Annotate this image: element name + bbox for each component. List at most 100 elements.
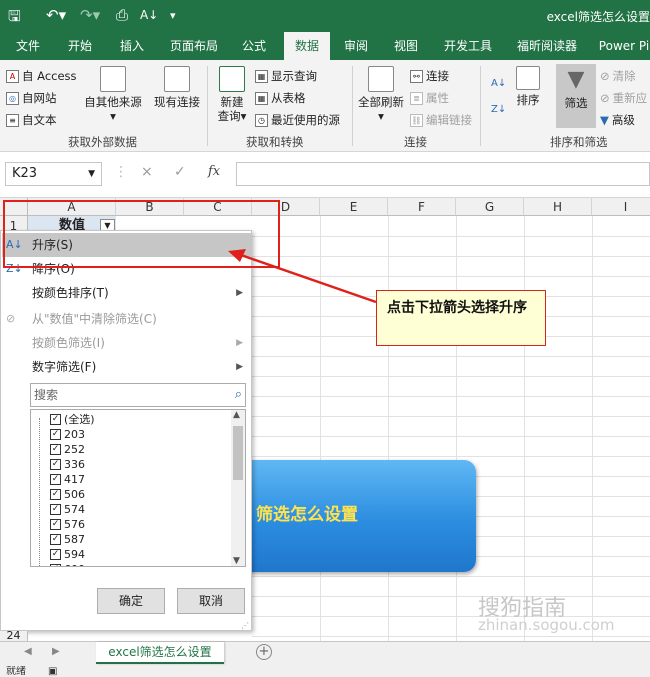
filter-button[interactable]: ▼ 筛选 — [556, 64, 596, 128]
recent-sources-button[interactable]: ◷ 最近使用的源 — [255, 112, 340, 128]
show-queries-button[interactable]: ▦ 显示查询 — [255, 68, 317, 84]
confirm-entry-icon[interactable]: ✓ — [174, 164, 186, 180]
save-icon[interactable]: 🖫 — [8, 6, 21, 31]
properties-button[interactable]: ≣ 属性 — [410, 90, 449, 106]
scroll-up-icon[interactable]: ▲ — [233, 410, 240, 420]
connections-button[interactable]: ⚯ 连接 — [410, 68, 449, 84]
sort-az-button[interactable]: A↓ — [491, 78, 506, 89]
advanced-filter-button[interactable]: ▼ 高级 — [600, 112, 635, 128]
from-other-sources-button[interactable]: 自其他来源 ▾ — [82, 66, 144, 123]
checkbox-checked[interactable]: ✓ — [50, 429, 61, 440]
list-item[interactable]: ✓ 506 — [50, 487, 85, 502]
tab-view[interactable]: 视图 — [386, 32, 426, 60]
list-item[interactable]: ✓ 252 — [50, 442, 85, 457]
show-queries-icon: ▦ — [255, 69, 268, 83]
sort-za-button[interactable]: Z↓ — [491, 104, 506, 115]
refresh-all-button[interactable]: 全部刷新 ▾ — [356, 66, 406, 123]
checkbox-checked[interactable]: ✓ — [50, 444, 61, 455]
tab-developer[interactable]: 开发工具 — [436, 32, 500, 60]
cancel-entry-icon[interactable]: × — [141, 164, 153, 180]
checkbox-checked[interactable]: ✓ — [50, 504, 61, 515]
checkbox-checked[interactable]: ✓ — [50, 519, 61, 530]
list-scrollbar[interactable]: ▲ ▼ — [231, 410, 245, 566]
customize-icon[interactable]: ▾ — [170, 9, 176, 22]
clear-filter-item[interactable]: ⊘ 从"数值"中清除筛选(C) — [2, 307, 251, 331]
access-icon: A — [6, 69, 19, 83]
sheet-prev-icon[interactable]: ◀ — [24, 646, 32, 657]
list-item[interactable]: ✓ 594 — [50, 547, 85, 562]
macro-record-icon[interactable]: ▣ — [48, 666, 57, 677]
column-header-g[interactable]: G — [456, 198, 524, 216]
tab-page-layout[interactable]: 页面布局 — [164, 32, 224, 60]
filter-search-input[interactable]: 搜索 ⌕ — [30, 383, 246, 407]
name-box[interactable]: K23 ▼ — [5, 162, 102, 186]
column-header-h[interactable]: H — [524, 198, 592, 216]
filter-dropdown-menu: A↓ 升序(S) Z↓ 降序(O) 按颜色排序(T) ▶ ⊘ 从"数值"中清除筛选(C)… — [0, 230, 252, 631]
sheet-next-icon[interactable]: ▶ — [52, 646, 60, 657]
tab-file[interactable]: 文件 — [8, 32, 48, 60]
ok-button[interactable]: 确定 — [97, 588, 165, 614]
clear-filter-button[interactable]: ⊘ 清除 — [600, 68, 636, 84]
sort-dialog-icon — [516, 66, 540, 90]
sort-az-icon[interactable]: A↓ — [140, 8, 158, 22]
checkbox-checked[interactable]: ✓ — [50, 534, 61, 545]
filter-by-color-item[interactable]: 按颜色筛选(I) ▶ — [2, 331, 251, 355]
filter-values-list[interactable]: ✓ (全选) ✓ 203 ✓ 252 ✓ 336 ✓ 417 ✓ 506 ✓ 574 ✓ 576… — [30, 409, 246, 567]
tab-insert[interactable]: 插入 — [112, 32, 152, 60]
column-header-f[interactable]: F — [388, 198, 456, 216]
tab-data[interactable]: 数据 — [284, 32, 330, 60]
resize-grip-icon[interactable]: ⋰ — [241, 621, 249, 630]
list-item[interactable]: ✓ 417 — [50, 472, 85, 487]
list-item[interactable]: ✓ 336 — [50, 457, 85, 472]
list-item[interactable]: ✓ 574 — [50, 502, 85, 517]
sort-button[interactable]: 排序 — [512, 66, 544, 107]
list-item[interactable]: ✓600 — [50, 562, 85, 566]
sheet-tab[interactable]: excel筛选怎么设置 — [96, 642, 224, 664]
checkbox-checked[interactable]: ✓ — [50, 414, 61, 425]
edit-links-button[interactable]: ⛓ 编辑链接 — [410, 112, 472, 128]
checkbox-checked[interactable]: ✓ — [50, 474, 61, 485]
connections-icon: ⚯ — [410, 69, 423, 83]
tab-power-pivot[interactable]: Power Pi — [594, 32, 650, 60]
tab-foxit-reader[interactable]: 福昕阅读器 — [510, 32, 584, 60]
from-web-button[interactable]: ◎ 自网站 — [6, 90, 57, 106]
title-banner-image: 筛选怎么设置 — [236, 460, 476, 572]
sort-by-color-item[interactable]: 按颜色排序(T) ▶ — [2, 281, 251, 305]
checkbox-checked[interactable]: ✓ — [50, 489, 61, 500]
gridline — [252, 576, 650, 577]
reapply-button[interactable]: ⊘ 重新应 — [600, 90, 647, 106]
gridline — [592, 216, 593, 641]
from-text-button[interactable]: ≡ 自文本 — [6, 112, 57, 128]
existing-connections-button[interactable]: 现有连接 — [152, 66, 202, 109]
row-header-24[interactable]: 24 — [0, 631, 28, 641]
scroll-down-icon[interactable]: ▼ — [233, 556, 240, 566]
name-box-dropdown-icon[interactable]: ▼ — [88, 163, 95, 185]
column-header-i[interactable]: I — [592, 198, 650, 216]
gridline — [456, 216, 457, 641]
checkbox-checked[interactable]: ✓ — [50, 564, 61, 566]
formula-input[interactable] — [236, 162, 650, 186]
undo-icon[interactable]: ↶▾ — [46, 6, 66, 24]
add-sheet-icon[interactable]: + — [256, 644, 272, 660]
list-item[interactable]: ✓ 203 — [50, 427, 85, 442]
from-access-button[interactable]: A自 Access — [6, 68, 77, 84]
print-preview-icon[interactable]: ⎙ — [116, 6, 128, 24]
list-item[interactable]: ✓ 587 — [50, 532, 85, 547]
scrollbar-thumb[interactable] — [233, 426, 243, 480]
tab-home[interactable]: 开始 — [60, 32, 100, 60]
insert-function-icon[interactable]: fx — [208, 164, 220, 179]
from-table-button[interactable]: ▦ 从表格 — [255, 90, 306, 106]
checkbox-checked[interactable]: ✓ — [50, 549, 61, 560]
tab-review[interactable]: 审阅 — [336, 32, 376, 60]
new-query-button[interactable]: 新建 查询▾ — [212, 66, 252, 123]
list-item-select-all[interactable]: ✓ (全选) — [50, 412, 95, 427]
checkbox-checked[interactable]: ✓ — [50, 459, 61, 470]
tab-formulas[interactable]: 公式 — [234, 32, 274, 60]
redo-icon[interactable]: ↷▾ — [80, 6, 100, 24]
list-item[interactable]: ✓ 576 — [50, 517, 85, 532]
number-filters-item[interactable]: 数字筛选(F) ▶ — [2, 355, 251, 379]
window-title: excel筛选怎么设置 — [546, 10, 650, 24]
column-header-e[interactable]: E — [320, 198, 388, 216]
gridline — [388, 216, 389, 641]
cancel-button[interactable]: 取消 — [177, 588, 245, 614]
